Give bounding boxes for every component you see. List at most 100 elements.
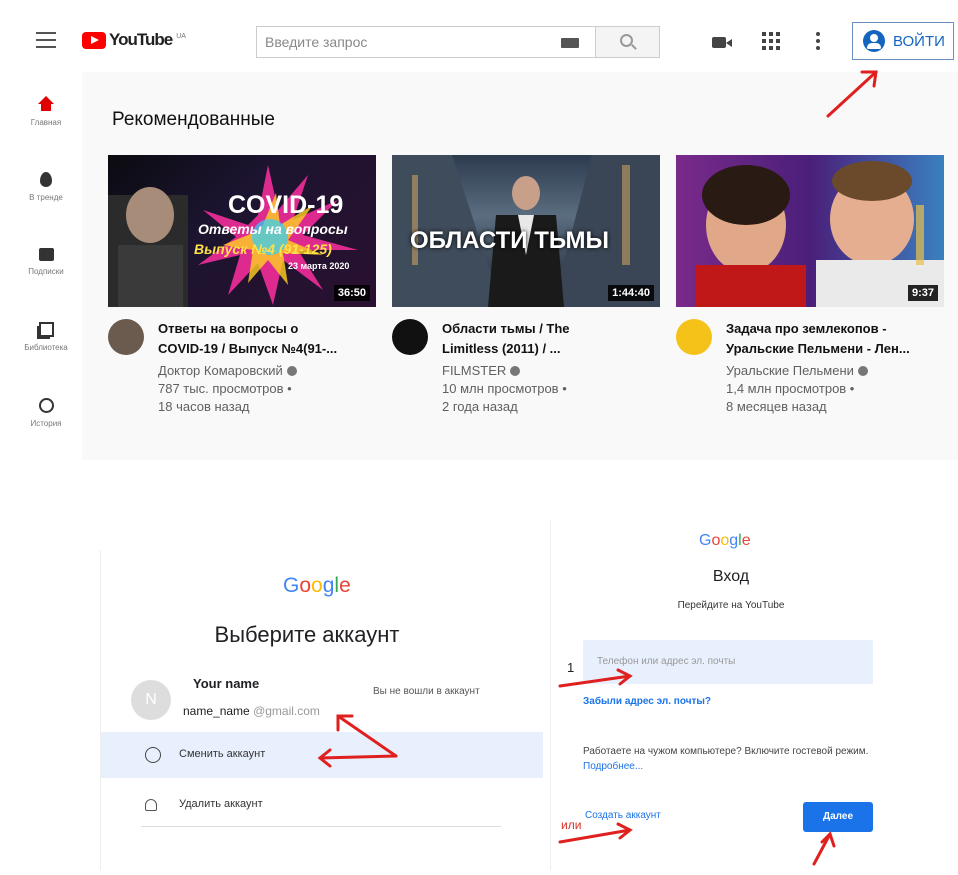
sidebar-item-library[interactable]: Библиотека [10,322,82,352]
video-duration: 1:44:40 [608,285,654,301]
video-views: 787 тыс. просмотров • [158,381,292,396]
forgot-email-link[interactable]: Забыли адрес эл. почты? [583,696,711,707]
logo-letter: G [699,532,712,549]
channel-name[interactable]: Уральские Пельмени [726,363,868,378]
sidebar-item-label: Библиотека [24,343,68,352]
youtube-logo-text: YouTube [109,30,173,49]
history-icon [38,398,54,413]
video-views: 10 млн просмотров • [442,381,567,396]
youtube-main: Рекомендованные COVID-19 Ответы на вопро… [82,72,958,460]
keyboard-icon[interactable] [561,38,579,48]
account-name[interactable]: Your name [193,676,259,691]
guest-mode-text: Работаете на чужом компьютере? Включите … [583,744,883,774]
youtube-sidebar: Главная В тренде Подписки Библиотека Ист… [10,72,82,460]
subscriptions-icon [38,248,54,261]
thumbnail-graphic [696,161,944,307]
channel-avatar[interactable] [108,319,144,355]
search-button[interactable] [596,26,660,58]
logo-letter: g [729,532,739,549]
verified-icon [510,366,521,376]
menu-icon[interactable] [36,32,56,48]
video-age: 18 часов назад [158,399,250,414]
logo-letter: o [720,532,730,549]
video-title[interactable]: Ответы на вопросы о COVID-19 / Выпуск №4(… [158,319,373,359]
video-title-line: Уральские Пельмени - Лен... [726,341,910,356]
settings-more-icon[interactable] [816,32,820,50]
search-box[interactable]: Введите запрос [256,26,596,58]
account-status: Вы не вошли в аккаунт [373,686,480,697]
youtube-window: YouTube UA Введите запрос ВОЙТИ Главная … [10,8,958,460]
next-button[interactable]: Далее [803,802,873,832]
google-logo: Google [699,532,751,550]
video-card[interactable]: ОБЛАСТИ ТЬМЫ 1:44:40 Области тьмы / The L… [392,155,660,417]
thumbnail-subtitle: Ответы на вопросы [198,221,348,237]
logo-letter: e [741,532,751,549]
email-field-placeholder: Телефон или адрес эл. почты [597,656,736,667]
video-title-line: COVID-19 / Выпуск №4(91-... [158,341,338,356]
learn-more-link[interactable]: Подробнее... [583,761,643,772]
thumbnail-date: 23 марта 2020 [288,261,350,271]
video-title-line: Области тьмы / The [442,321,570,336]
channel-name-text: FILMSTER [442,363,507,378]
logo-letter: e [339,574,351,597]
thumbnail-title: COVID-19 [228,191,344,219]
sidebar-item-subscriptions[interactable]: Подписки [10,248,82,276]
account-icon [145,747,161,763]
library-icon [38,322,54,337]
channel-avatar[interactable] [676,319,712,355]
video-thumbnail[interactable]: ОБЛАСТИ ТЬМЫ 1:44:40 [392,155,660,307]
account-avatar[interactable]: N [131,680,171,720]
video-age: 2 года назад [442,399,518,414]
page-title: Выберите аккаунт [214,622,400,647]
youtube-play-icon [82,31,106,49]
account-circle-icon [863,30,885,52]
choose-account-panel: Google Выберите аккаунт N Your name name… [100,550,543,870]
video-thumbnail[interactable]: 9:37 [676,155,944,307]
video-card[interactable]: 9:37 Задача про землекопов - Уральские Пе… [676,155,944,417]
page-subtitle: Перейдите на YouTube [677,600,785,611]
guest-mode-description: Работаете на чужом компьютере? Включите … [583,746,869,757]
video-duration: 36:50 [333,285,370,301]
video-duration: 9:37 [907,285,938,301]
youtube-logo[interactable]: YouTube UA [82,30,186,50]
apps-icon[interactable] [762,32,780,50]
logo-letter: g [322,574,335,597]
email-user: name_name [183,704,250,718]
channel-name[interactable]: Доктор Комаровский [158,363,297,378]
channel-avatar[interactable] [392,319,428,355]
email-field[interactable]: Телефон или адрес эл. почты [583,640,873,684]
thumbnail-title: ОБЛАСТИ ТЬМЫ [410,227,610,254]
video-title-line: Ответы на вопросы о [158,321,299,336]
video-title-line: Задача про землекопов - [726,321,887,336]
logo-letter: o [311,574,323,597]
video-views: 1,4 млн просмотров • [726,381,855,396]
video-title-line: Limitless (2011) / ... [442,341,561,356]
create-account-link[interactable]: Создать аккаунт [585,810,661,821]
divider [141,826,501,827]
sidebar-item-label: История [30,419,62,428]
page-title: Вход [712,568,750,585]
verified-icon [857,366,868,376]
account-email[interactable]: name_name @gmail.com [183,704,320,718]
sidebar-item-trending[interactable]: В тренде [10,172,82,202]
channel-name[interactable]: FILMSTER [442,363,521,378]
video-title[interactable]: Области тьмы / The Limitless (2011) / ... [442,319,657,359]
sign-in-panel: Google Вход Перейдите на YouTube 1 Телеф… [550,520,958,870]
sidebar-item-label: Подписки [28,267,64,276]
sidebar-item-label: Главная [30,118,62,127]
sign-in-label: ВОЙТИ [893,32,945,50]
sign-in-button[interactable]: ВОЙТИ [852,22,954,60]
sidebar-item-home[interactable]: Главная [10,96,82,127]
search-icon [620,34,633,47]
sidebar-item-history[interactable]: История [10,398,82,428]
sidebar-item-label: В тренде [29,193,63,202]
channel-name-text: Доктор Комаровский [158,363,283,378]
video-thumbnail[interactable]: COVID-19 Ответы на вопросы Выпуск №4 (91… [108,155,376,307]
video-card[interactable]: COVID-19 Ответы на вопросы Выпуск №4 (91… [108,155,376,417]
search-input[interactable]: Введите запрос [265,34,367,50]
remove-account-button[interactable]: Удалить аккаунт [101,780,543,824]
switch-account-button[interactable]: Сменить аккаунт [101,732,543,778]
thumbnail-episode: Выпуск №4 (91-125) [194,241,332,257]
create-video-icon[interactable] [712,37,732,48]
video-title[interactable]: Задача про землекопов - Уральские Пельмен… [726,319,941,359]
